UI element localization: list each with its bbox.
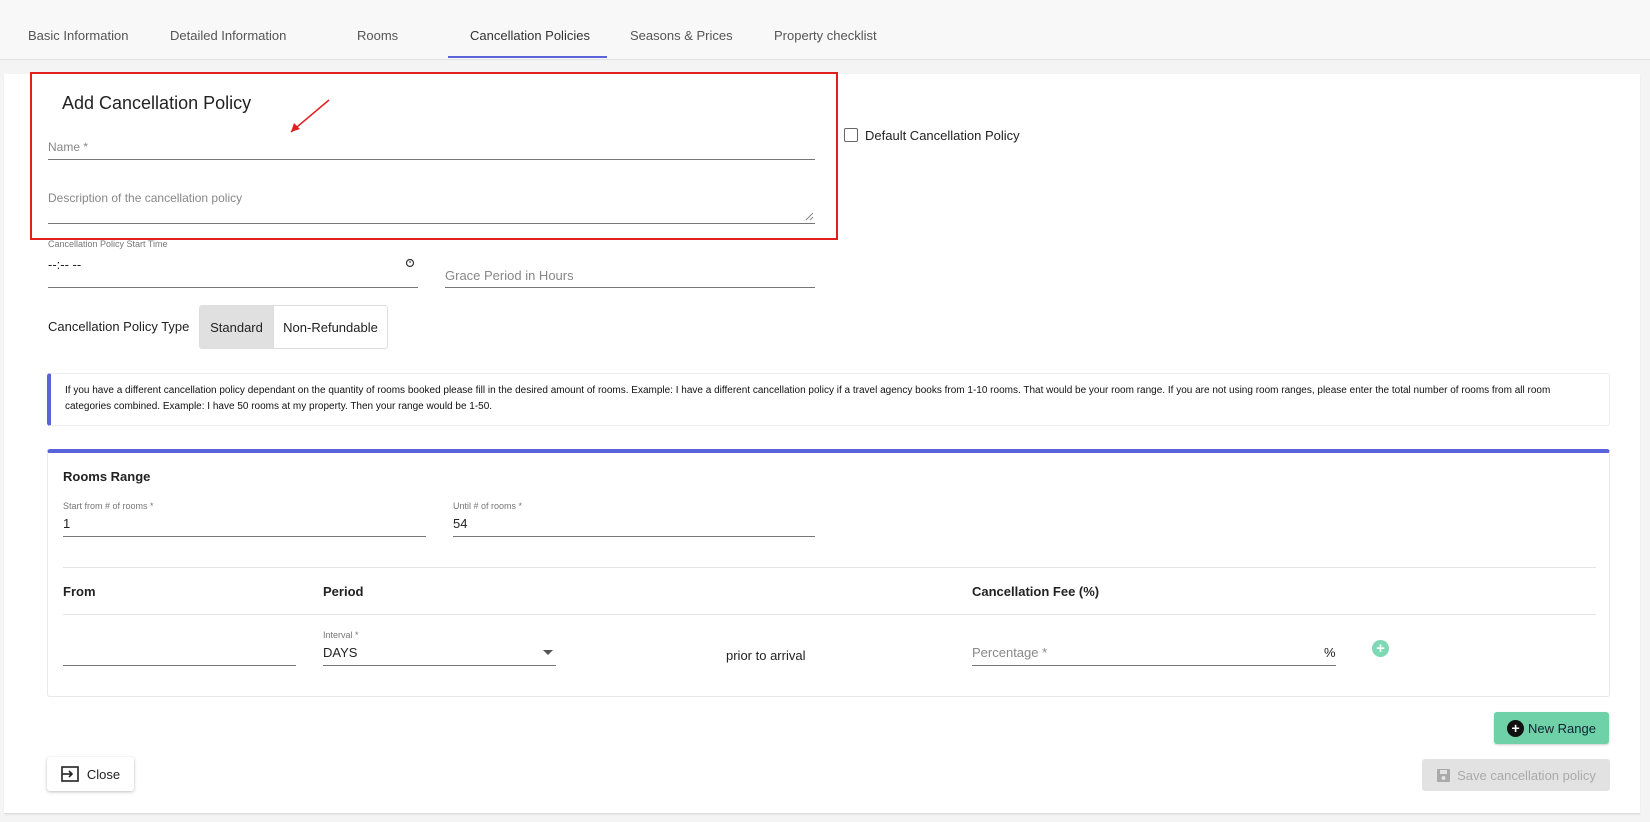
tab-property-checklist[interactable]: Property checklist <box>774 28 877 43</box>
tab-cancellation-policies[interactable]: Cancellation Policies <box>470 28 590 43</box>
form-title: Add Cancellation Policy <box>62 93 252 113</box>
divider <box>63 614 1596 615</box>
clock-icon[interactable] <box>405 258 415 268</box>
new-range-button[interactable]: + New Range <box>1494 712 1609 744</box>
plus-circle-icon: + <box>1507 719 1525 737</box>
start-time-value: --:-- -- <box>48 257 82 272</box>
start-rooms-value: 1 <box>63 516 71 531</box>
description-input[interactable] <box>48 223 815 224</box>
interval-label: Interval * <box>323 630 359 640</box>
interval-value: DAYS <box>323 645 358 660</box>
start-rooms-input[interactable] <box>63 536 426 537</box>
prior-to-arrival-text: prior to arrival <box>726 648 806 663</box>
start-time-input[interactable] <box>48 287 418 288</box>
close-label: Close <box>86 766 121 782</box>
dropdown-caret-icon[interactable] <box>543 650 553 656</box>
col-period: Period <box>323 584 364 599</box>
tab-rooms[interactable]: Rooms <box>357 28 398 43</box>
description-label: Description of the cancellation policy <box>48 191 243 205</box>
tab-basic-information[interactable]: Basic Information <box>28 28 128 43</box>
from-input[interactable] <box>63 665 296 666</box>
resize-handle-icon[interactable] <box>805 212 814 221</box>
until-rooms-label: Until # of rooms * <box>453 501 523 511</box>
close-button[interactable]: Close <box>47 757 134 791</box>
rooms-range-card <box>47 449 1610 697</box>
standard-toggle[interactable]: Standard <box>199 305 274 349</box>
divider <box>63 567 1596 568</box>
save-policy-button[interactable]: Save cancellation policy <box>1422 759 1610 791</box>
default-policy-label: Default Cancellation Policy <box>865 128 1020 143</box>
info-note: If you have a different cancellation pol… <box>47 373 1610 426</box>
rooms-range-title: Rooms Range <box>63 469 151 484</box>
annotation-arrow-icon <box>290 99 330 133</box>
default-policy-checkbox[interactable] <box>844 128 858 142</box>
tab-detailed-information[interactable]: Detailed Information <box>170 28 286 43</box>
tab-bar: Basic Information Detailed Information R… <box>0 0 1650 60</box>
save-icon <box>1437 768 1451 782</box>
until-rooms-input[interactable] <box>453 536 815 537</box>
col-from: From <box>63 584 96 599</box>
start-time-label: Cancellation Policy Start Time <box>48 239 168 249</box>
percentage-input[interactable] <box>972 665 1336 666</box>
interval-select[interactable] <box>323 665 556 666</box>
add-row-icon[interactable]: + <box>1372 640 1389 657</box>
active-tab-indicator <box>448 56 607 58</box>
col-cancellation-fee: Cancellation Fee (%) <box>972 584 1100 599</box>
tab-seasons-prices[interactable]: Seasons & Prices <box>630 28 733 43</box>
grace-period-input[interactable] <box>445 287 815 288</box>
save-policy-label: Save cancellation policy <box>1457 767 1596 783</box>
grace-period-label: Grace Period in Hours <box>445 268 574 283</box>
new-range-label: New Range <box>1528 720 1596 736</box>
policy-type-label: Cancellation Policy Type <box>48 319 190 334</box>
name-label: Name * <box>48 140 89 154</box>
percentage-label: Percentage * <box>972 645 1048 660</box>
exit-icon <box>61 766 79 782</box>
percent-sign: % <box>1324 645 1336 660</box>
name-input[interactable] <box>48 159 815 160</box>
start-rooms-label: Start from # of rooms * <box>63 501 154 511</box>
non-refundable-toggle[interactable]: Non-Refundable <box>273 305 388 349</box>
until-rooms-value: 54 <box>453 516 468 531</box>
